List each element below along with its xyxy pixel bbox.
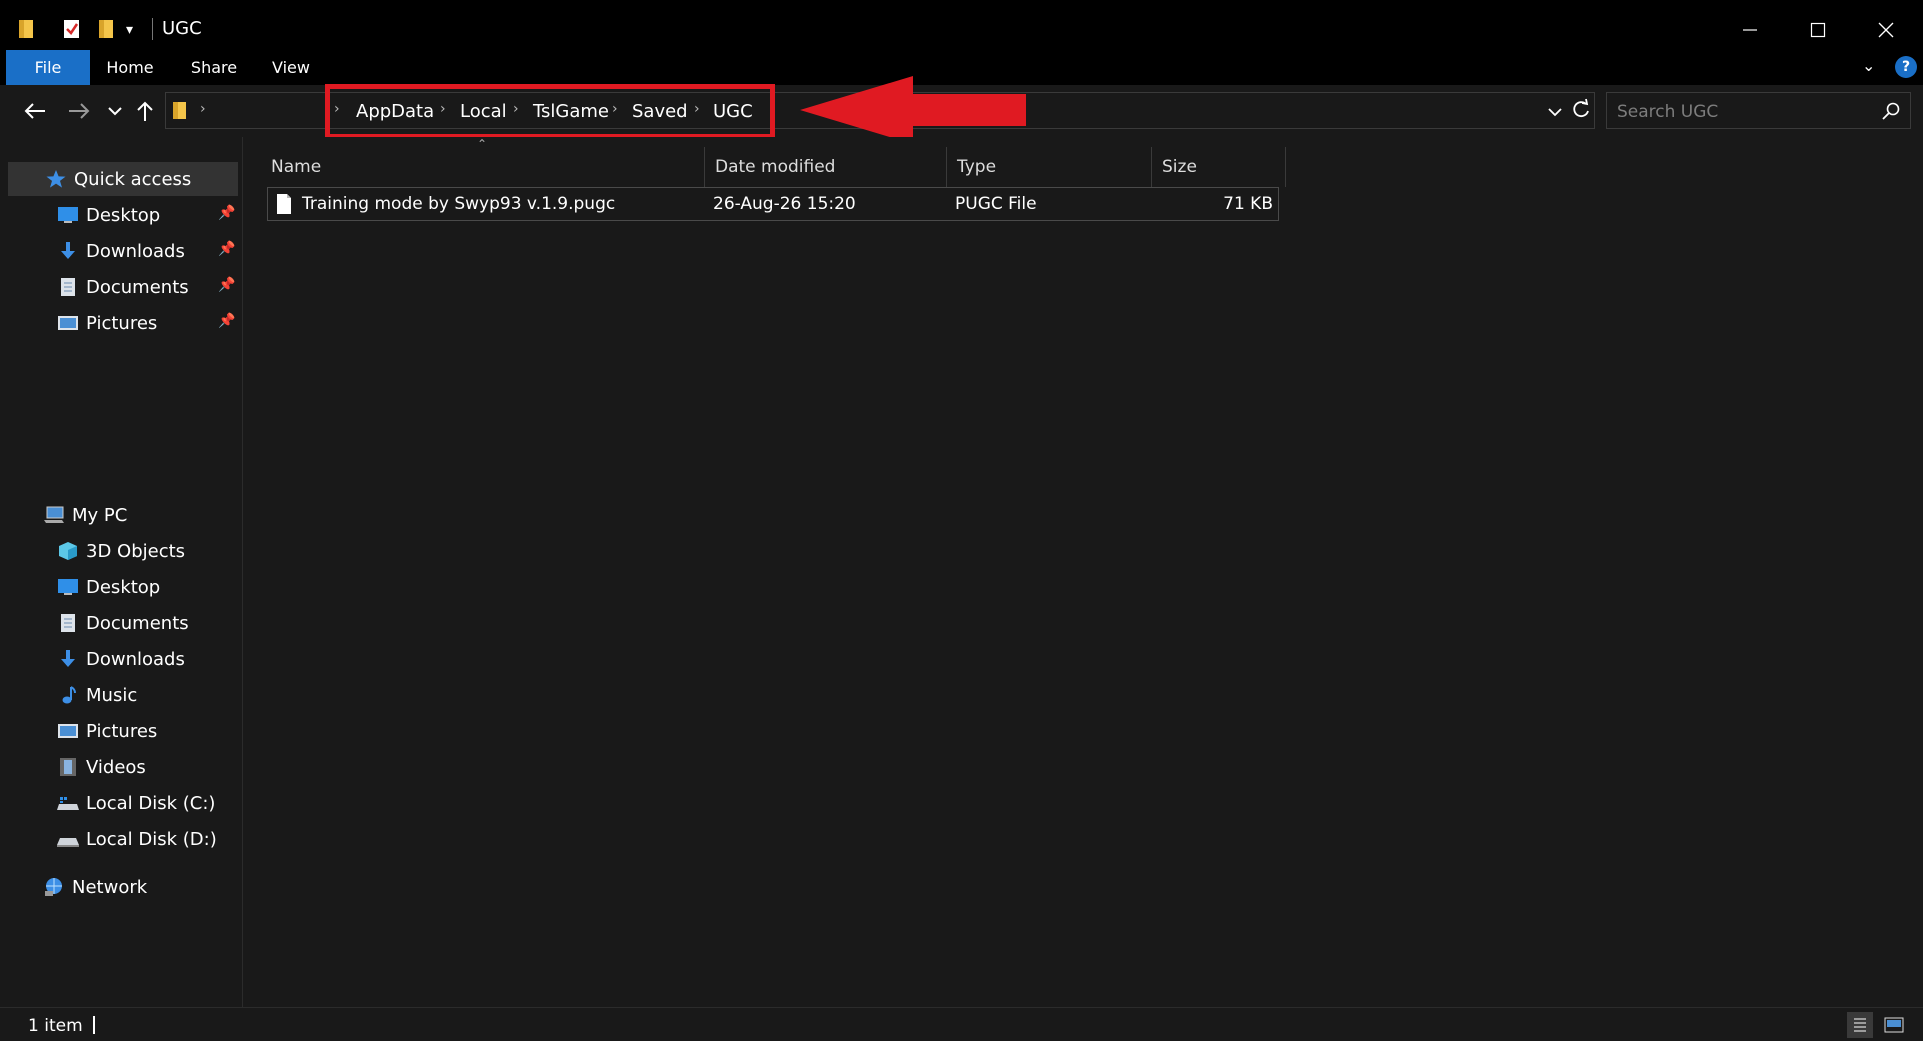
- download-icon: [56, 649, 80, 669]
- sidebar-item-quick-access[interactable]: Quick access: [8, 162, 238, 196]
- pin-icon[interactable]: 📌: [218, 313, 235, 329]
- network-icon: [42, 877, 66, 897]
- search-input[interactable]: Search UGC: [1606, 92, 1911, 129]
- column-header-date-modified[interactable]: Date modified: [705, 147, 947, 187]
- sidebar-label: Desktop: [86, 576, 161, 598]
- sidebar-label: Downloads: [86, 240, 185, 262]
- search-icon[interactable]: [1881, 101, 1901, 125]
- tab-share[interactable]: Share: [186, 50, 242, 85]
- annotation-highlight-box: [325, 84, 775, 139]
- sidebar-label: Music: [86, 684, 138, 706]
- sidebar-label: Network: [72, 876, 148, 898]
- minimize-button[interactable]: [1722, 10, 1778, 50]
- pin-icon[interactable]: 📌: [218, 277, 235, 293]
- file-icon: [276, 193, 292, 219]
- sidebar-item-pictures[interactable]: Pictures: [56, 714, 157, 748]
- sidebar-item-desktop[interactable]: Desktop: [56, 198, 160, 232]
- tab-file[interactable]: File: [6, 50, 90, 85]
- up-button[interactable]: [128, 93, 162, 129]
- status-bar: 1 item: [0, 1007, 1923, 1041]
- sidebar-label: Videos: [86, 756, 146, 778]
- sidebar-label: Pictures: [86, 312, 158, 334]
- sidebar-item-downloads[interactable]: Downloads: [56, 642, 185, 676]
- close-button[interactable]: [1858, 10, 1914, 50]
- sidebar-item-documents[interactable]: Documents: [56, 270, 189, 304]
- video-icon: [56, 757, 80, 777]
- file-size: 71 KB: [1223, 194, 1273, 214]
- sidebar-item-local-disk-c[interactable]: Local Disk (C:): [56, 786, 215, 820]
- sidebar-label: Pictures: [86, 720, 158, 742]
- sidebar-label: Quick access: [74, 168, 192, 190]
- sidebar-item-desktop[interactable]: Desktop: [56, 570, 160, 604]
- forward-button[interactable]: [62, 93, 96, 129]
- details-view-icon: [1854, 1018, 1866, 1032]
- column-header-size[interactable]: Size: [1152, 147, 1286, 187]
- column-header-type[interactable]: Type: [947, 147, 1152, 187]
- document-icon: [56, 277, 80, 297]
- file-name: Training mode by Swyp93 v.1.9.pugc: [302, 194, 616, 214]
- drive-icon: [56, 793, 80, 813]
- folder-icon[interactable]: [18, 18, 36, 40]
- music-icon: [56, 685, 80, 705]
- sidebar-label: Desktop: [86, 204, 161, 226]
- large-icons-view-icon: [1884, 1017, 1904, 1033]
- maximize-button[interactable]: [1790, 10, 1846, 50]
- cube-icon: [56, 541, 80, 561]
- sidebar-label: Downloads: [86, 648, 185, 670]
- document-icon: [56, 613, 80, 633]
- properties-icon[interactable]: [62, 18, 82, 40]
- tab-view[interactable]: View: [266, 50, 316, 85]
- computer-icon: [42, 505, 66, 525]
- file-date-modified: 26-Aug-26 15:20: [713, 194, 856, 214]
- file-list: ⌃ Name Date modified Type Size Training …: [243, 137, 1923, 1007]
- help-icon[interactable]: ?: [1895, 56, 1917, 78]
- pin-icon[interactable]: 📌: [218, 241, 235, 257]
- back-button[interactable]: [18, 93, 52, 129]
- sidebar-item-network[interactable]: Network: [42, 870, 147, 904]
- drive-icon: [56, 829, 80, 849]
- item-count: 1 item: [28, 1016, 83, 1036]
- sidebar-item-documents[interactable]: Documents: [56, 606, 189, 640]
- pictures-icon: [56, 721, 80, 741]
- sidebar-item-pictures[interactable]: Pictures: [56, 306, 157, 340]
- tab-home[interactable]: Home: [102, 50, 158, 85]
- expand-ribbon-icon[interactable]: ⌄: [1862, 56, 1875, 75]
- title-divider: [152, 18, 153, 40]
- status-divider: [93, 1016, 95, 1034]
- chevron-right-icon[interactable]: ›: [200, 101, 206, 117]
- sidebar-label: Documents: [86, 276, 189, 298]
- file-type: PUGC File: [955, 194, 1037, 214]
- recent-locations-button[interactable]: [98, 93, 132, 129]
- refresh-icon[interactable]: [1571, 98, 1591, 124]
- chevron-down-icon[interactable]: [1548, 102, 1562, 121]
- sidebar-label: 3D Objects: [86, 540, 186, 562]
- sidebar-item-local-disk-d[interactable]: Local Disk (D:): [56, 822, 217, 856]
- desktop-icon: [56, 577, 80, 597]
- sidebar-label: My PC: [72, 504, 128, 526]
- sidebar-label: Local Disk (C:): [86, 792, 216, 814]
- pictures-icon: [56, 313, 80, 333]
- table-row[interactable]: Training mode by Swyp93 v.1.9.pugc 26-Au…: [267, 187, 1279, 221]
- sidebar-label: Local Disk (D:): [86, 828, 217, 850]
- pin-icon[interactable]: 📌: [218, 205, 235, 221]
- folder-icon: [172, 101, 188, 125]
- sidebar-label: Documents: [86, 612, 189, 634]
- search-placeholder: Search UGC: [1617, 102, 1719, 122]
- sidebar-item-3d-objects[interactable]: 3D Objects: [56, 534, 185, 568]
- star-icon: [44, 169, 68, 189]
- column-header-name[interactable]: Name: [261, 147, 705, 187]
- sidebar-item-downloads[interactable]: Downloads: [56, 234, 185, 268]
- desktop-icon: [56, 205, 80, 225]
- new-folder-icon[interactable]: [98, 18, 116, 40]
- customize-toolbar-icon[interactable]: ▾: [126, 22, 133, 44]
- large-icons-view-button[interactable]: [1881, 1012, 1907, 1038]
- download-icon: [56, 241, 80, 261]
- sidebar-item-this-pc[interactable]: My PC: [42, 498, 127, 532]
- navigation-pane: Quick access Desktop 📌 Downloads 📌 Docum…: [0, 137, 243, 1007]
- details-view-button[interactable]: [1847, 1012, 1873, 1038]
- sidebar-item-videos[interactable]: Videos: [56, 750, 146, 784]
- window-title: UGC: [162, 18, 202, 39]
- sidebar-item-music[interactable]: Music: [56, 678, 137, 712]
